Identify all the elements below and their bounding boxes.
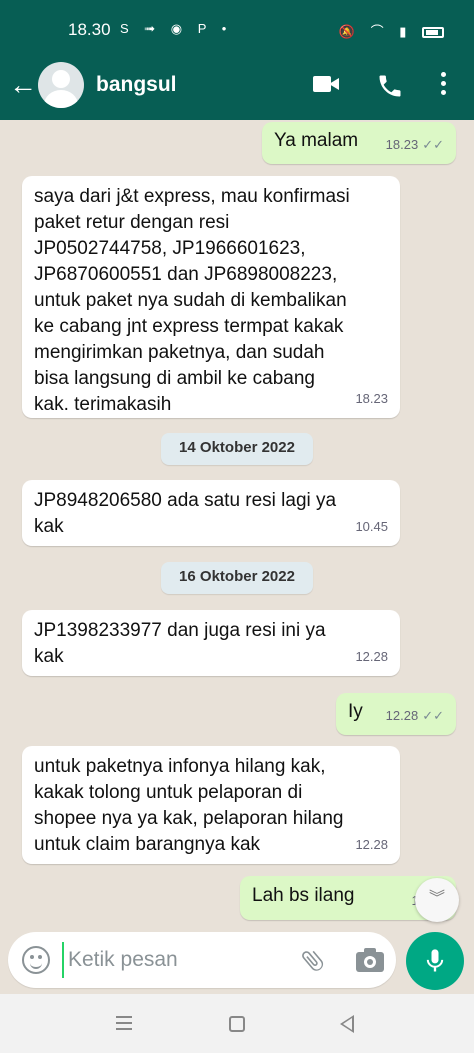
system-icons: 🔕 ⌒ ▮ <box>339 21 444 40</box>
message-bubble-incoming[interactable]: JP8948206580 ada satu resi lagi ya kak 1… <box>22 480 400 546</box>
mic-icon <box>426 949 444 972</box>
status-right-icons: 🔕 ⌒ ▮ <box>338 24 413 39</box>
more-vert-icon[interactable] <box>438 72 448 100</box>
date-chip: 16 Oktober 2022 <box>161 562 313 594</box>
message-text: saya dari j&t express, mau konfirmasi pa… <box>34 186 350 415</box>
message-text: JP1398233977 dan juga resi ini ya kak <box>34 620 326 667</box>
recent-apps-icon[interactable] <box>116 1016 132 1030</box>
camera-icon[interactable] <box>356 948 384 972</box>
contact-name[interactable]: bangsul <box>96 73 177 97</box>
mic-button[interactable] <box>406 932 464 990</box>
avatar[interactable] <box>38 62 84 108</box>
message-time: 18.23 <box>385 137 419 152</box>
message-meta: 12.28 ✓✓ <box>386 703 444 729</box>
status-time: 18.30 <box>68 20 111 39</box>
chat-area[interactable]: Ya malam 18.23 ✓✓ saya dari j&t express, … <box>0 120 474 932</box>
status-bar: 18.30 S ➟ ◉ P • 🔕 ⌒ ▮ <box>0 0 474 58</box>
read-ticks-icon: ✓✓ <box>422 708 444 723</box>
message-time: 12.28 <box>385 708 419 723</box>
message-input-container <box>8 932 396 988</box>
message-text: JP8948206580 ada satu resi lagi ya kak <box>34 490 337 537</box>
nav-back-icon[interactable] <box>340 1015 354 1033</box>
message-time: 12.28 <box>355 649 388 664</box>
back-arrow-icon[interactable]: ← <box>8 70 38 100</box>
video-call-icon[interactable] <box>313 75 341 95</box>
message-time: 12.28 <box>355 837 388 852</box>
message-bubble-outgoing[interactable]: Iy 12.28 ✓✓ <box>336 693 456 735</box>
message-meta: 18.23 ✓✓ <box>386 132 444 158</box>
message-text: untuk paketnya infonya hilang kak, kakak… <box>34 756 344 855</box>
avatar-body <box>44 90 78 108</box>
emoji-icon[interactable] <box>22 946 50 974</box>
read-ticks-icon: ✓✓ <box>422 137 444 152</box>
notification-icons: S ➟ ◉ P • <box>120 21 233 36</box>
phone-icon[interactable] <box>376 72 404 100</box>
system-nav-bar <box>0 994 474 1053</box>
home-icon[interactable] <box>229 1016 245 1032</box>
message-time: 10.45 <box>355 519 388 534</box>
message-bubble-outgoing[interactable]: Ya malam 18.23 ✓✓ <box>262 122 456 164</box>
battery-icon <box>422 27 444 39</box>
message-bubble-incoming[interactable]: saya dari j&t express, mau konfirmasi pa… <box>22 176 400 418</box>
composer <box>0 932 474 994</box>
message-bubble-incoming[interactable]: untuk paketnya infonya hilang kak, kakak… <box>22 746 400 864</box>
message-input[interactable] <box>62 942 262 978</box>
message-time: 18.23 <box>355 391 388 406</box>
chat-header: ← bangsul <box>0 58 474 120</box>
avatar-head <box>52 70 70 88</box>
date-chip: 14 Oktober 2022 <box>161 433 313 465</box>
scroll-down-button[interactable]: ︾ <box>415 878 459 922</box>
message-bubble-incoming[interactable]: JP1398233977 dan juga resi ini ya kak 12… <box>22 610 400 676</box>
paperclip-icon[interactable] <box>300 946 326 974</box>
